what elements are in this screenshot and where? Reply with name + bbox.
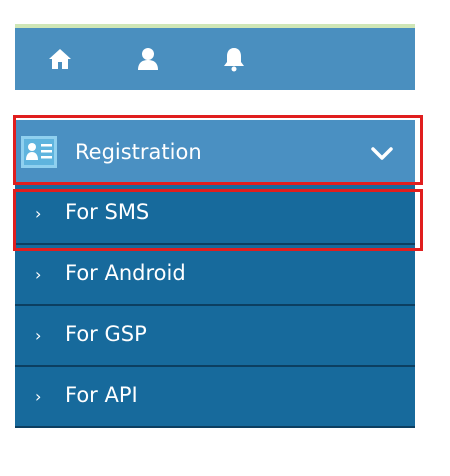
menu-item-label: For API — [65, 383, 138, 407]
user-icon[interactable] — [135, 46, 161, 72]
registration-label: Registration — [75, 140, 202, 164]
bell-icon[interactable] — [221, 46, 247, 72]
registration-card-icon — [21, 136, 57, 168]
menu-item-for-gsp[interactable]: › For GSP — [15, 306, 415, 367]
chevron-right-icon: › — [35, 326, 42, 345]
menu-item-label: For SMS — [65, 200, 150, 224]
top-icon-bar — [15, 24, 415, 90]
menu-item-for-api[interactable]: › For API — [15, 367, 415, 428]
chevron-right-icon: › — [35, 265, 42, 284]
home-icon[interactable] — [47, 46, 73, 72]
chevron-right-icon: › — [35, 387, 42, 406]
menu-item-label: For GSP — [65, 322, 147, 346]
menu-item-for-sms[interactable]: › For SMS — [15, 184, 415, 245]
menu-item-for-android[interactable]: › For Android — [15, 245, 415, 306]
registration-menu-header[interactable]: Registration — [15, 120, 415, 184]
menu-item-label: For Android — [65, 261, 186, 285]
chevron-down-icon[interactable] — [371, 146, 393, 160]
registration-menu: Registration › For SMS › For Android › F… — [15, 120, 415, 428]
chevron-right-icon: › — [35, 204, 42, 223]
